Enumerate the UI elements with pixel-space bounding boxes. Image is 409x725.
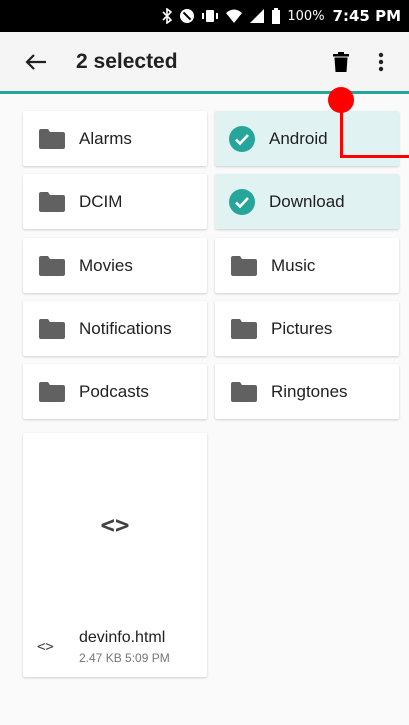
folder-tile-alarms[interactable]: Alarms bbox=[23, 111, 207, 166]
folder-tile-download[interactable]: Download bbox=[215, 174, 399, 229]
delete-button[interactable] bbox=[321, 38, 361, 86]
folder-tile-dcim[interactable]: DCIM bbox=[23, 174, 207, 229]
more-options-button[interactable] bbox=[361, 38, 401, 86]
battery-percent: 100% bbox=[287, 8, 325, 24]
folder-label: DCIM bbox=[79, 191, 123, 211]
back-button[interactable] bbox=[12, 38, 60, 86]
trash-icon bbox=[333, 51, 349, 72]
folder-tile-music[interactable]: Music bbox=[215, 238, 399, 293]
do-not-disturb-icon bbox=[179, 8, 195, 24]
code-file-preview-icon: <> bbox=[100, 511, 130, 539]
cell-signal-icon bbox=[249, 8, 265, 24]
wifi-icon bbox=[225, 8, 243, 24]
code-file-icon: <> bbox=[37, 639, 54, 655]
clock: 7:45 PM bbox=[332, 7, 401, 25]
back-arrow-icon bbox=[25, 53, 46, 70]
folder-label: Download bbox=[269, 191, 345, 211]
annotation-line-horizontal bbox=[340, 155, 409, 158]
folder-icon bbox=[39, 381, 65, 402]
folder-tile-notifications[interactable]: Notifications bbox=[23, 301, 207, 356]
folder-icon bbox=[39, 318, 65, 339]
folder-icon bbox=[231, 255, 257, 276]
folder-icon bbox=[39, 128, 65, 149]
folder-icon bbox=[231, 318, 257, 339]
annotation-marker bbox=[328, 87, 354, 113]
vibrate-icon bbox=[201, 8, 219, 24]
status-bar: 100% 7:45 PM bbox=[0, 0, 409, 32]
folder-tile-movies[interactable]: Movies bbox=[23, 238, 207, 293]
folder-label: Notifications bbox=[79, 318, 172, 338]
folder-icon bbox=[231, 381, 257, 402]
folder-label: Podcasts bbox=[79, 381, 149, 401]
folder-label: Ringtones bbox=[271, 381, 348, 401]
file-card-devinfo[interactable]: <> <> devinfo.html 2.47 KB 5:09 PM bbox=[23, 433, 207, 677]
battery-icon bbox=[271, 8, 281, 24]
folder-label: Music bbox=[271, 255, 316, 275]
folder-tile-ringtones[interactable]: Ringtones bbox=[215, 364, 399, 419]
file-name: devinfo.html bbox=[79, 629, 166, 646]
check-circle-icon bbox=[229, 188, 255, 215]
file-meta: 2.47 KB 5:09 PM bbox=[79, 651, 170, 665]
more-vert-icon bbox=[378, 52, 384, 71]
bluetooth-icon bbox=[161, 8, 173, 24]
folder-icon bbox=[39, 255, 65, 276]
action-bar: 2 selected bbox=[0, 32, 409, 94]
folder-tile-pictures[interactable]: Pictures bbox=[215, 301, 399, 356]
check-circle-icon bbox=[229, 125, 255, 152]
folder-label: Alarms bbox=[79, 128, 132, 148]
folder-icon bbox=[39, 191, 65, 212]
folder-label: Movies bbox=[79, 255, 133, 275]
selection-count-title: 2 selected bbox=[76, 49, 178, 73]
folder-label: Android bbox=[269, 128, 328, 148]
folder-label: Pictures bbox=[271, 318, 333, 338]
folder-tile-podcasts[interactable]: Podcasts bbox=[23, 364, 207, 419]
